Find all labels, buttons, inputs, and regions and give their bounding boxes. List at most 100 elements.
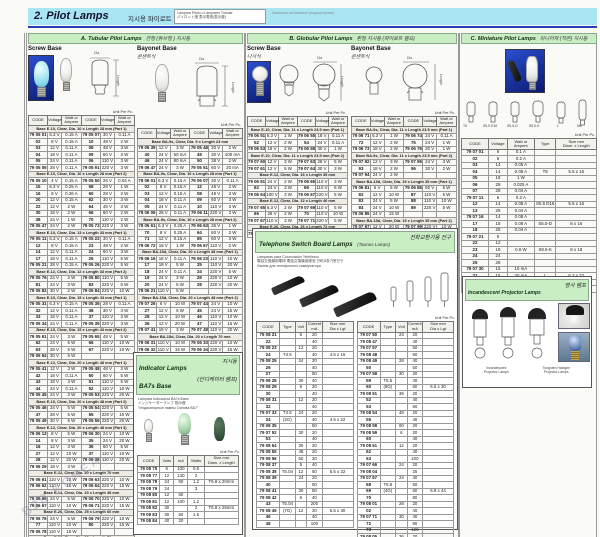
table-cell: 220 V: [209, 340, 223, 347]
table-group-label: Base BA-9s, Clear, Dia. 11 x Length 23.5…: [352, 153, 457, 160]
table-cell: 79 05 84: [81, 288, 100, 295]
table-header-cell: Type: [280, 321, 295, 332]
table-cell: 79 06 67: [298, 192, 316, 199]
table-cell: T6.8 x 25mm: [204, 505, 238, 512]
dia-dimension-label: Dia: [317, 56, 322, 60]
table-header-cell: CODE: [257, 321, 280, 332]
table-row: 79 05 016.3 V0.15 A79 05 0730 V0.11 A: [29, 132, 135, 139]
table-cell: 79 05 45: [29, 392, 48, 399]
table-cell: 79 05 47: [29, 223, 48, 230]
indicator-title-bar: Indicator Lamps 지시등 BA7s Base (인디케이터 램프): [136, 355, 240, 395]
table-cell: 79 07 26: [138, 301, 157, 308]
table-cell: 79 05 76: [29, 275, 48, 282]
table-group-label: Base E-12, Clear, Dia. 20 x Length 48 mm…: [29, 360, 135, 367]
table-header-cell: Size mm Dia x Lgt: [423, 321, 454, 332]
catalog-page: 2. Pilot Lamps 지시용 파이로트 램프 Lámpara Pilot…: [0, 0, 600, 537]
table-header-cell: Size mm Diam. x Length: [556, 139, 597, 150]
table-cell: 79 06 31: [138, 340, 157, 347]
projector-caption-halogen: Tungsten Halogen Projector Lamps: [542, 366, 570, 374]
table-cell: 79 08 55: [257, 449, 280, 456]
table-cell: 220 V: [101, 516, 115, 523]
table-cell: 79 06 23: [190, 256, 209, 263]
table-cell: 79 08 41: [257, 488, 280, 495]
table-cell: 110 V: [423, 198, 437, 205]
table-row: 79 06 7624 V5 W79 06 79220 V10 W: [29, 516, 135, 523]
table-cell: 79 08 77: [138, 473, 160, 480]
table-cell: 79 05 65: [81, 334, 100, 341]
table-cell: 79 08 31: [257, 397, 280, 404]
table-cell: 79 08 38: [257, 469, 280, 476]
table-header-cell: Voltage: [423, 116, 437, 127]
table-cell: 110 V: [156, 340, 170, 347]
table-cell: 79 07 67: [248, 218, 266, 225]
unit-per-pc-label: Unit Per Pc.: [30, 110, 133, 114]
table-row: 79 06 716.3 V1 W79 06 7424 V0.11 A: [352, 133, 457, 140]
table-cell: 220 V: [101, 165, 115, 172]
table-cell: 220 V: [101, 392, 115, 399]
table-cell: 79 08 80: [138, 492, 160, 499]
section-a-title-korean: 관형 (튜브형 ) 지시등: [146, 35, 190, 42]
table-cell: 79 06 58: [298, 146, 316, 153]
table-cell: 20: [174, 518, 188, 525]
table-cell: 79 07 57: [357, 345, 380, 352]
header-translation-box: Lámpara Piloto o Lámpares Tubular パイロット燈…: [174, 9, 266, 24]
table-cell: 110 V: [48, 529, 62, 536]
table-cell: 79 07 95: [404, 159, 423, 166]
table-row: 79 07 266 V10 W79 07 4424 V10 W: [138, 301, 243, 308]
miniature-type-label: S8.5-K: [529, 124, 539, 128]
table-cell: 100 V: [266, 192, 279, 199]
table-cell: 220 V: [316, 218, 329, 225]
table-cell: 79 08 59: [357, 430, 380, 437]
length-dimension-label: Length: [231, 82, 235, 93]
table-row: 79 06 4724 V3 W79 05 5160 V20 mA: [138, 165, 243, 172]
table-cell: 6.3 V: [266, 133, 279, 140]
telephone-lamp-photo: [333, 290, 377, 317]
telephone-lamps-title-bar: 전화교환기용 전구 Telephone Switch Board Lamps (…: [255, 231, 455, 253]
globular-lamp-drawing-small: [275, 62, 305, 106]
page-title: 2. Pilot Lamps: [34, 10, 109, 22]
table-group-label: Base BA-15d, Clear, Dia. 20 x Length 70 …: [138, 334, 243, 341]
table-cell: 79 08 49: [357, 358, 380, 365]
table-cell: 79 08 54: [357, 410, 380, 417]
table-cell: 79 07 71: [357, 514, 380, 521]
table-cell: 79 05 56: [81, 418, 100, 425]
table-group-label: Base BA-9s, Clear, Dia. 10 x Length 28 m…: [138, 171, 243, 178]
table-cell: 79 06 55: [298, 133, 316, 140]
table-cell: 79 06 61: [248, 179, 266, 186]
table-cell: 79 05 26: [81, 262, 100, 269]
table-cell: 79 06 61: [29, 477, 48, 484]
table-cell: 110 V: [209, 204, 223, 211]
table-cell: 79 07 63: [298, 159, 316, 166]
table-header-cell: Voltage: [209, 128, 223, 139]
unit-per-pc-label: Unit Per Pc.: [353, 111, 455, 115]
table-row: 79 05 8230 V2 W79 05 84220 V10 W: [29, 288, 135, 295]
data-table: CODETypeVoltCurrent mASize mm Dia x Lgt7…: [357, 321, 455, 537]
table-group-label: Base BA-15d, Clear, Dia. 20 x Length 48 …: [138, 249, 243, 256]
table-cell: 110 V: [209, 243, 223, 250]
section-c-column: T8 S5.5 D16 S5.5-D S8.5-K L Nln Unit Per…: [461, 46, 597, 293]
miniature-type-label: S5.5 D16: [483, 124, 497, 128]
header-rule: [28, 26, 597, 28]
table-cell: 79 05 34: [29, 321, 48, 328]
table-cell: 79 06 33: [190, 340, 209, 347]
table-cell: 79 07 66: [357, 462, 380, 469]
table-header-cell: CODE: [138, 128, 157, 139]
table-cell: 79 08 28: [257, 378, 280, 385]
telephone-table-right: CODETypeVoltCurrent mASize mm Dia x Lgt7…: [357, 321, 455, 537]
telephone-lamp-images: [257, 269, 453, 315]
table-cell: 110 V: [48, 503, 62, 510]
table-cell: 79 06 21: [138, 288, 157, 295]
globular-bayonet-drawing-large: [395, 60, 441, 110]
table-cell: 79 05 49: [29, 418, 48, 425]
table-cell: 79 05 82: [29, 288, 48, 295]
projector-lamp-images: [466, 303, 588, 365]
table-cell: 100 mA: [223, 152, 243, 159]
table-cell: 79 07 60: [248, 159, 266, 166]
table-cell: 110 V: [316, 205, 329, 212]
bayonet-base-label-korean: 콘센트식: [351, 53, 457, 60]
projector-title-bar: Incandescent Projector Lamps 영사 램프: [465, 279, 589, 301]
section-b-header: B. Globular Pilot Lamps 환형 지시등 (파이로트 램프): [247, 33, 457, 44]
table-header-cell: Current mA: [407, 321, 422, 332]
table-cell: 79 08 84: [138, 518, 160, 525]
section-b-title: B. Globular Pilot Lamps: [289, 36, 352, 42]
